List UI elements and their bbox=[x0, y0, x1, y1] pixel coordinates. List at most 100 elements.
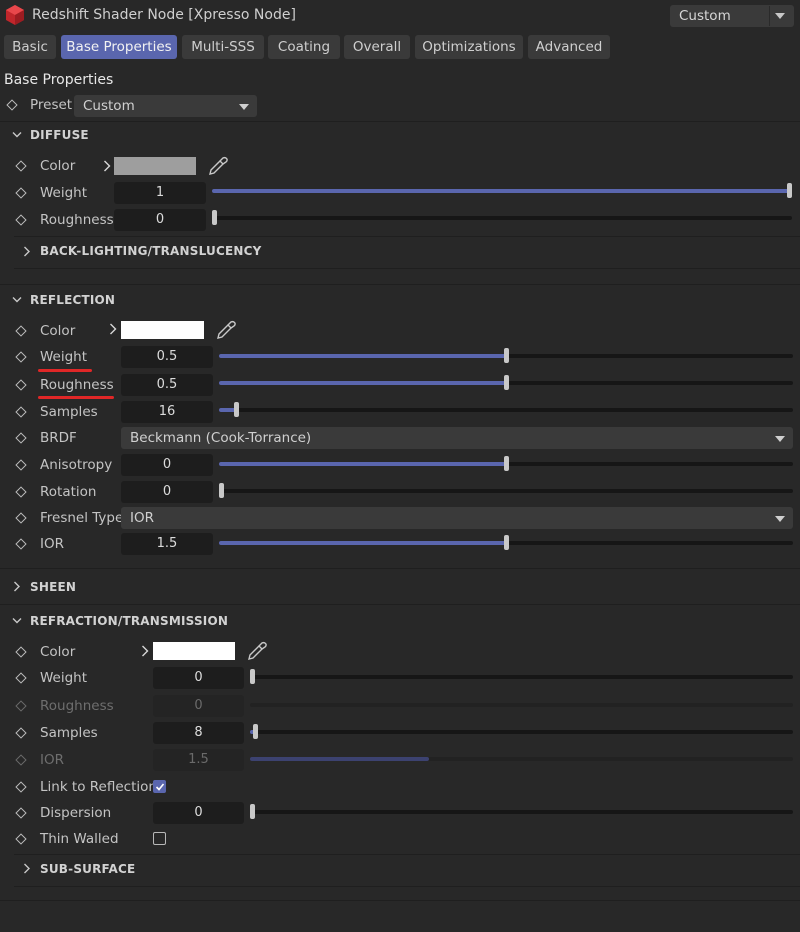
refraction-samples-slider[interactable] bbox=[250, 724, 793, 739]
anisotropy-slider[interactable] bbox=[219, 456, 793, 471]
link-to-reflection-label: Link to Reflection bbox=[40, 779, 157, 795]
thin-walled-checkbox[interactable] bbox=[153, 832, 166, 845]
keyframe-diamond-icon[interactable] bbox=[15, 160, 27, 172]
keyframe-diamond-icon[interactable] bbox=[15, 781, 27, 793]
reflection-color-swatch[interactable] bbox=[121, 321, 204, 339]
slider-handle[interactable] bbox=[504, 456, 509, 471]
keyframe-diamond-icon[interactable] bbox=[15, 187, 27, 199]
mode-value: Custom bbox=[679, 8, 731, 24]
refraction-color-label: Color bbox=[40, 644, 76, 660]
section-back-lighting[interactable]: BACK-LIGHTING/TRANSLUCENCY bbox=[40, 244, 262, 258]
reflection-samples-field[interactable]: 16 bbox=[121, 401, 213, 423]
divider bbox=[14, 854, 800, 855]
slider-handle[interactable] bbox=[504, 348, 509, 363]
reflection-ior-label: IOR bbox=[40, 536, 64, 552]
keyframe-diamond-icon[interactable] bbox=[15, 406, 27, 418]
keyframe-diamond-icon[interactable] bbox=[15, 807, 27, 819]
dispersion-label: Dispersion bbox=[40, 805, 112, 821]
slider-handle[interactable] bbox=[219, 483, 224, 498]
diffuse-weight-field[interactable]: 1 bbox=[114, 182, 206, 204]
section-sheen[interactable]: SHEEN bbox=[30, 580, 76, 594]
keyframe-diamond-icon[interactable] bbox=[15, 672, 27, 684]
slider-handle[interactable] bbox=[250, 669, 255, 684]
keyframe-diamond-icon[interactable] bbox=[6, 99, 18, 111]
brdf-value: Beckmann (Cook-Torrance) bbox=[130, 430, 312, 446]
tab-advanced[interactable]: Advanced bbox=[528, 35, 610, 59]
diffuse-weight-slider[interactable] bbox=[212, 183, 792, 198]
refraction-roughness-label: Roughness bbox=[40, 698, 114, 714]
chevron-right-icon[interactable] bbox=[13, 581, 21, 592]
chevron-right-icon[interactable] bbox=[109, 323, 117, 335]
diffuse-roughness-slider[interactable] bbox=[212, 210, 792, 225]
refraction-roughness-slider bbox=[250, 703, 793, 707]
slider-handle[interactable] bbox=[212, 210, 217, 225]
tab-coating[interactable]: Coating bbox=[268, 35, 340, 59]
slider-handle[interactable] bbox=[787, 183, 792, 198]
annotation-underline bbox=[38, 396, 114, 399]
reflection-roughness-slider[interactable] bbox=[219, 375, 793, 390]
dispersion-field[interactable]: 0 bbox=[153, 802, 244, 824]
keyframe-diamond-icon[interactable] bbox=[15, 538, 27, 550]
rotation-slider[interactable] bbox=[219, 483, 793, 498]
brdf-dropdown[interactable]: Beckmann (Cook-Torrance) bbox=[121, 427, 793, 449]
refraction-color-swatch[interactable] bbox=[153, 642, 235, 660]
slider-handle[interactable] bbox=[504, 535, 509, 550]
tab-basic[interactable]: Basic bbox=[4, 35, 56, 59]
chevron-right-icon[interactable] bbox=[23, 863, 31, 874]
diffuse-roughness-field[interactable]: 0 bbox=[114, 209, 206, 231]
reflection-weight-field[interactable]: 0.5 bbox=[121, 346, 213, 368]
reflection-ior-field[interactable]: 1.5 bbox=[121, 533, 213, 555]
reflection-ior-slider[interactable] bbox=[219, 535, 793, 550]
keyframe-diamond-icon[interactable] bbox=[15, 351, 27, 363]
section-reflection[interactable]: REFLECTION bbox=[30, 293, 115, 307]
chevron-down-icon bbox=[775, 516, 785, 522]
refraction-samples-field[interactable]: 8 bbox=[153, 722, 244, 744]
keyframe-diamond-icon[interactable] bbox=[15, 727, 27, 739]
fresnel-type-dropdown[interactable]: IOR bbox=[121, 507, 793, 529]
dispersion-slider[interactable] bbox=[250, 804, 793, 819]
tab-multi-sss[interactable]: Multi-SSS bbox=[182, 35, 264, 59]
rotation-field[interactable]: 0 bbox=[121, 481, 213, 503]
mode-dropdown[interactable]: Custom bbox=[670, 5, 794, 27]
reflection-samples-label: Samples bbox=[40, 404, 98, 420]
slider-handle[interactable] bbox=[234, 402, 239, 417]
keyframe-diamond-icon[interactable] bbox=[15, 512, 27, 524]
keyframe-diamond-icon[interactable] bbox=[15, 459, 27, 471]
eyedropper-icon[interactable] bbox=[246, 640, 268, 662]
preset-dropdown[interactable]: Custom bbox=[74, 95, 257, 117]
chevron-right-icon[interactable] bbox=[23, 246, 31, 257]
eyedropper-icon[interactable] bbox=[215, 319, 237, 341]
reflection-samples-slider[interactable] bbox=[219, 402, 793, 417]
section-diffuse[interactable]: DIFFUSE bbox=[30, 128, 89, 142]
keyframe-diamond-icon bbox=[15, 700, 27, 712]
section-sub-surface[interactable]: SUB-SURFACE bbox=[40, 862, 135, 876]
keyframe-diamond-icon[interactable] bbox=[15, 646, 27, 658]
eyedropper-icon[interactable] bbox=[207, 155, 229, 177]
keyframe-diamond-icon[interactable] bbox=[15, 833, 27, 845]
anisotropy-field[interactable]: 0 bbox=[121, 454, 213, 476]
chevron-down-icon[interactable] bbox=[12, 131, 22, 139]
tab-base-properties[interactable]: Base Properties bbox=[61, 35, 177, 59]
reflection-roughness-field[interactable]: 0.5 bbox=[121, 374, 213, 396]
refraction-weight-field[interactable]: 0 bbox=[153, 667, 244, 689]
section-refraction[interactable]: REFRACTION/TRANSMISSION bbox=[30, 614, 228, 628]
tab-overall[interactable]: Overall bbox=[344, 35, 410, 59]
tab-optimizations[interactable]: Optimizations bbox=[415, 35, 523, 59]
slider-handle[interactable] bbox=[250, 804, 255, 819]
slider-handle[interactable] bbox=[504, 375, 509, 390]
keyframe-diamond-icon[interactable] bbox=[15, 432, 27, 444]
refraction-weight-slider[interactable] bbox=[250, 669, 793, 684]
keyframe-diamond-icon[interactable] bbox=[15, 214, 27, 226]
slider-handle[interactable] bbox=[253, 724, 258, 739]
chevron-down-icon[interactable] bbox=[12, 296, 22, 304]
keyframe-diamond-icon[interactable] bbox=[15, 379, 27, 391]
thin-walled-label: Thin Walled bbox=[40, 831, 119, 847]
diffuse-color-swatch[interactable] bbox=[114, 157, 196, 175]
keyframe-diamond-icon[interactable] bbox=[15, 486, 27, 498]
chevron-right-icon[interactable] bbox=[141, 645, 149, 657]
chevron-down-icon[interactable] bbox=[12, 617, 22, 625]
keyframe-diamond-icon[interactable] bbox=[15, 325, 27, 337]
reflection-weight-slider[interactable] bbox=[219, 348, 793, 363]
link-to-reflection-checkbox[interactable] bbox=[153, 780, 166, 793]
chevron-right-icon[interactable] bbox=[103, 160, 111, 172]
